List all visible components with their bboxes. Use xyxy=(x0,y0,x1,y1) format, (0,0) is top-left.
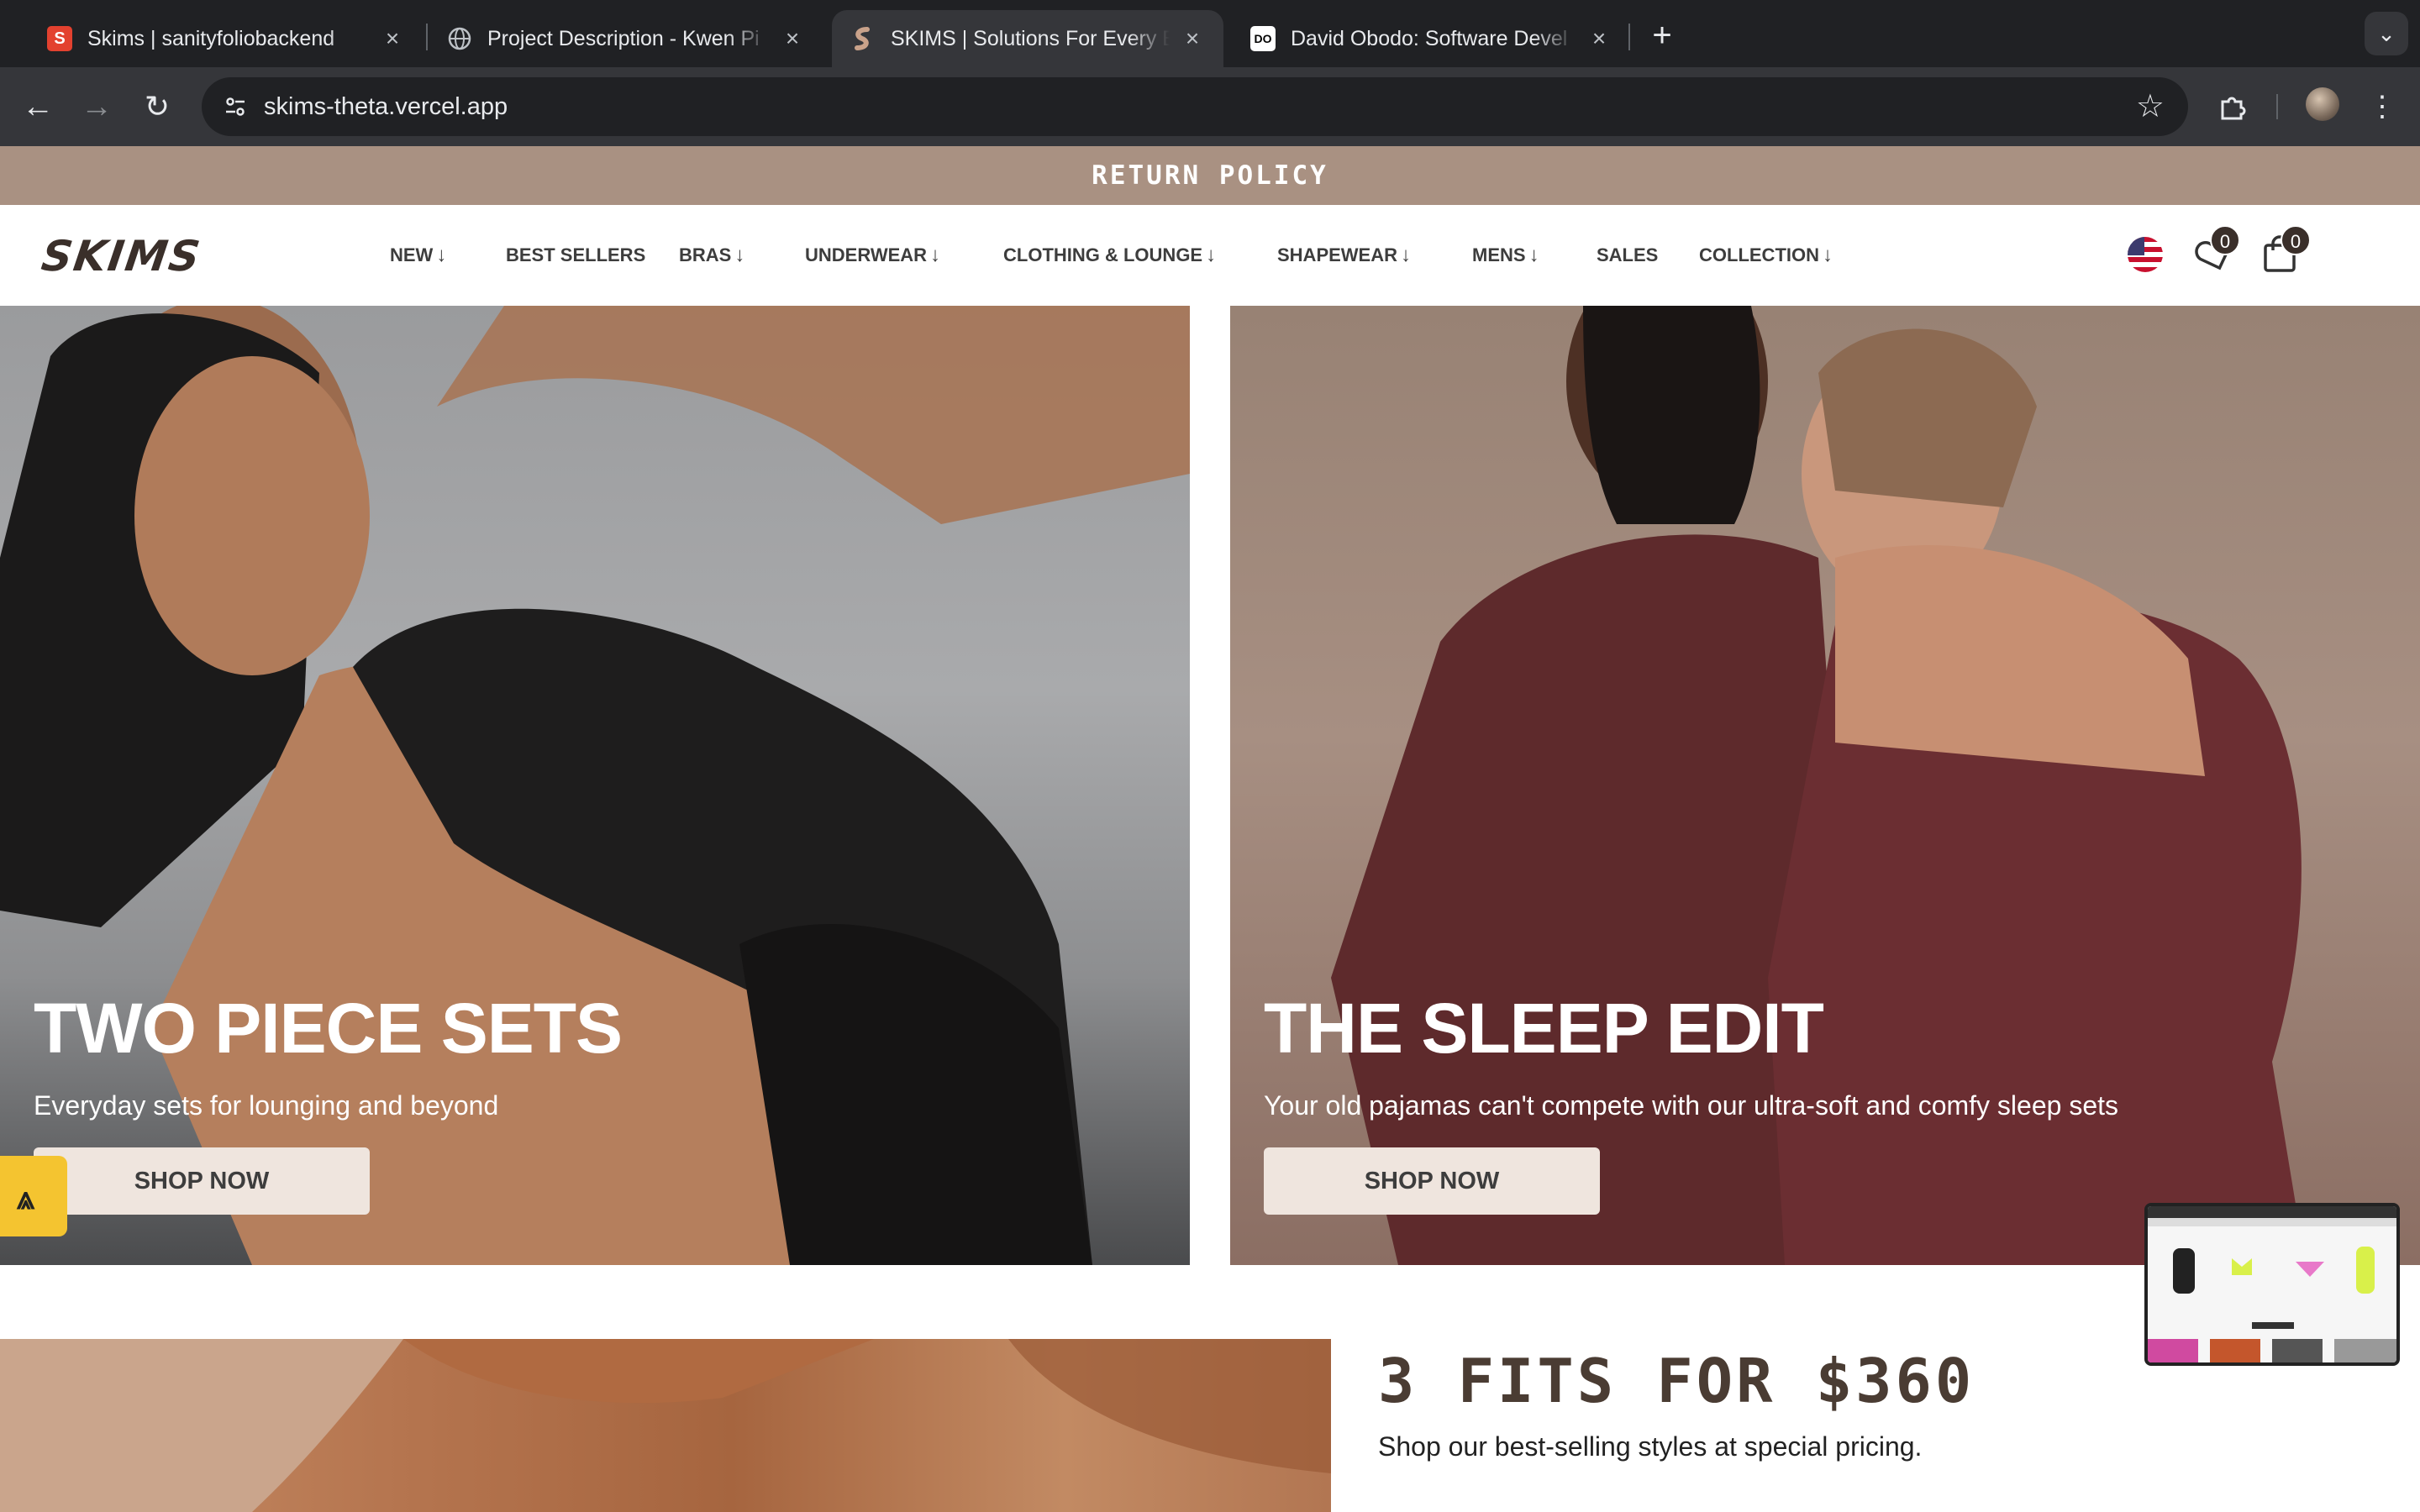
nav-item-mens[interactable]: MENS ↓ xyxy=(1472,205,1539,306)
skims-logo[interactable]: SKIMS xyxy=(39,232,204,281)
close-icon[interactable]: × xyxy=(1180,25,1205,52)
browser-tab-bar: S Skims | sanityfoliobackend × Project D… xyxy=(0,0,2420,67)
browser-tab-sanity[interactable]: S Skims | sanityfoliobackend × xyxy=(29,10,424,67)
browser-tab-portfolio[interactable]: DO David Obodo: Software Devel × xyxy=(1232,10,1630,67)
nav-item-best-sellers[interactable]: BEST SELLERS xyxy=(506,205,645,306)
browser-menu-kebab-icon[interactable]: ⋮ xyxy=(2360,84,2405,129)
profile-avatar[interactable] xyxy=(2306,87,2339,121)
bookmark-star-icon[interactable]: ☆ xyxy=(2136,77,2165,136)
close-icon[interactable]: × xyxy=(380,25,405,52)
arrow-down-icon: ↓ xyxy=(436,244,447,266)
tab-title: SKIMS | Solutions For Every B xyxy=(891,26,1170,50)
tab-search-chevron-icon[interactable]: ⌄ xyxy=(2365,12,2408,55)
tab-title: Skims | sanityfoliobackend xyxy=(87,26,335,50)
preview-image xyxy=(2148,1206,2396,1362)
screen-preview-thumbnail[interactable] xyxy=(2144,1203,2400,1366)
triangle-logo-icon: ⩓ xyxy=(17,1181,35,1216)
nav-label: BEST SELLERS xyxy=(506,244,646,265)
nav-label: UNDERWEAR xyxy=(805,244,928,265)
nav-label: MENS xyxy=(1472,244,1526,265)
close-icon[interactable]: × xyxy=(1586,25,1612,52)
tab-title: David Obodo: Software Devel xyxy=(1291,26,1568,50)
tab-title: Project Description - Kwen Pi xyxy=(487,26,760,50)
hero-title: THE SLEEP EDIT xyxy=(1264,989,1824,1068)
shop-now-button[interactable]: SHOP NOW xyxy=(34,1147,370,1215)
nav-item-collection[interactable]: COLLECTION ↓ xyxy=(1699,205,1833,306)
nav-label: NEW xyxy=(390,244,434,265)
floating-tool-widget[interactable]: ⩓ xyxy=(0,1156,67,1236)
cart-count-badge: 0 xyxy=(2281,225,2311,255)
browser-tab-project[interactable]: Project Description - Kwen Pi × xyxy=(429,10,823,67)
arrow-down-icon: ↓ xyxy=(734,244,745,266)
hero-title: TWO PIECE SETS xyxy=(34,989,623,1068)
nav-label: BRAS xyxy=(679,244,732,265)
promo-photo xyxy=(0,1339,1331,1512)
promo-title: 3 FITS FOR $360 xyxy=(1378,1346,1975,1416)
nav-label: COLLECTION xyxy=(1699,244,1819,265)
address-bar[interactable]: skims-theta.vercel.app ☆ xyxy=(202,77,2188,136)
nav-item-new[interactable]: NEW ↓ xyxy=(390,205,446,306)
close-icon[interactable]: × xyxy=(780,25,805,52)
nav-item-underwear[interactable]: UNDERWEAR ↓ xyxy=(805,205,940,306)
skims-favicon-icon xyxy=(850,26,876,51)
arrow-down-icon: ↓ xyxy=(1401,244,1412,266)
browser-toolbar: ← → ↻ skims-theta.vercel.app ☆ ⋮ xyxy=(0,67,2420,146)
wishlist-count-badge: 0 xyxy=(2210,225,2240,255)
arrow-down-icon: ↓ xyxy=(930,244,941,266)
cart-button[interactable]: 0 xyxy=(2257,225,2311,277)
reload-icon[interactable]: ↻ xyxy=(134,84,180,129)
site-settings-icon[interactable] xyxy=(217,88,254,125)
new-tab-button[interactable]: + xyxy=(1641,15,1683,57)
globe-icon xyxy=(447,26,472,51)
us-flag-icon[interactable] xyxy=(2128,237,2163,272)
browser-tab-skims[interactable]: SKIMS | Solutions For Every B × xyxy=(832,10,1223,67)
toolbar-divider xyxy=(2276,94,2278,119)
nav-label: CLOTHING & LOUNGE xyxy=(1003,244,1203,265)
site-header: SKIMS NEW ↓ BEST SELLERS BRAS ↓ UNDERWEAR ↓… xyxy=(0,205,2420,306)
forward-arrow-icon[interactable]: → xyxy=(74,84,119,129)
arrow-down-icon: ↓ xyxy=(1206,244,1217,266)
arrow-down-icon: ↓ xyxy=(1528,244,1539,266)
wishlist-button[interactable]: 0 xyxy=(2191,225,2240,277)
nav-item-bras[interactable]: BRAS ↓ xyxy=(679,205,744,306)
extensions-puzzle-icon[interactable] xyxy=(2210,84,2255,129)
sanity-favicon-icon: S xyxy=(47,26,72,51)
tab-divider xyxy=(1628,24,1630,50)
nav-item-shapewear[interactable]: SHAPEWEAR ↓ xyxy=(1277,205,1411,306)
portfolio-favicon-icon: DO xyxy=(1250,26,1276,51)
shop-now-button[interactable]: SHOP NOW xyxy=(1264,1147,1600,1215)
hero-sleep-edit[interactable]: THE SLEEP EDIT Your old pajamas can't co… xyxy=(1230,306,2420,1265)
tab-divider xyxy=(426,24,428,50)
hero-subtitle: Your old pajamas can't compete with our … xyxy=(1264,1090,2118,1121)
nav-item-clothing-lounge[interactable]: CLOTHING & LOUNGE ↓ xyxy=(1003,205,1216,306)
url-text[interactable]: skims-theta.vercel.app xyxy=(264,77,508,136)
promo-subtitle: Shop our best-selling styles at special … xyxy=(1378,1431,1923,1462)
promo-body-image xyxy=(0,1339,1331,1512)
nav-label: SHAPEWEAR xyxy=(1277,244,1398,265)
back-arrow-icon[interactable]: ← xyxy=(15,84,60,129)
nav-label: SALES xyxy=(1597,244,1659,265)
hero-two-piece-sets[interactable]: TWO PIECE SETS Everyday sets for loungin… xyxy=(0,306,1190,1265)
announcement-bar-return-policy[interactable]: RETURN POLICY xyxy=(0,146,2420,205)
hero-subtitle: Everyday sets for lounging and beyond xyxy=(34,1090,499,1121)
arrow-down-icon: ↓ xyxy=(1823,244,1833,266)
nav-item-sales[interactable]: SALES xyxy=(1597,205,1658,306)
